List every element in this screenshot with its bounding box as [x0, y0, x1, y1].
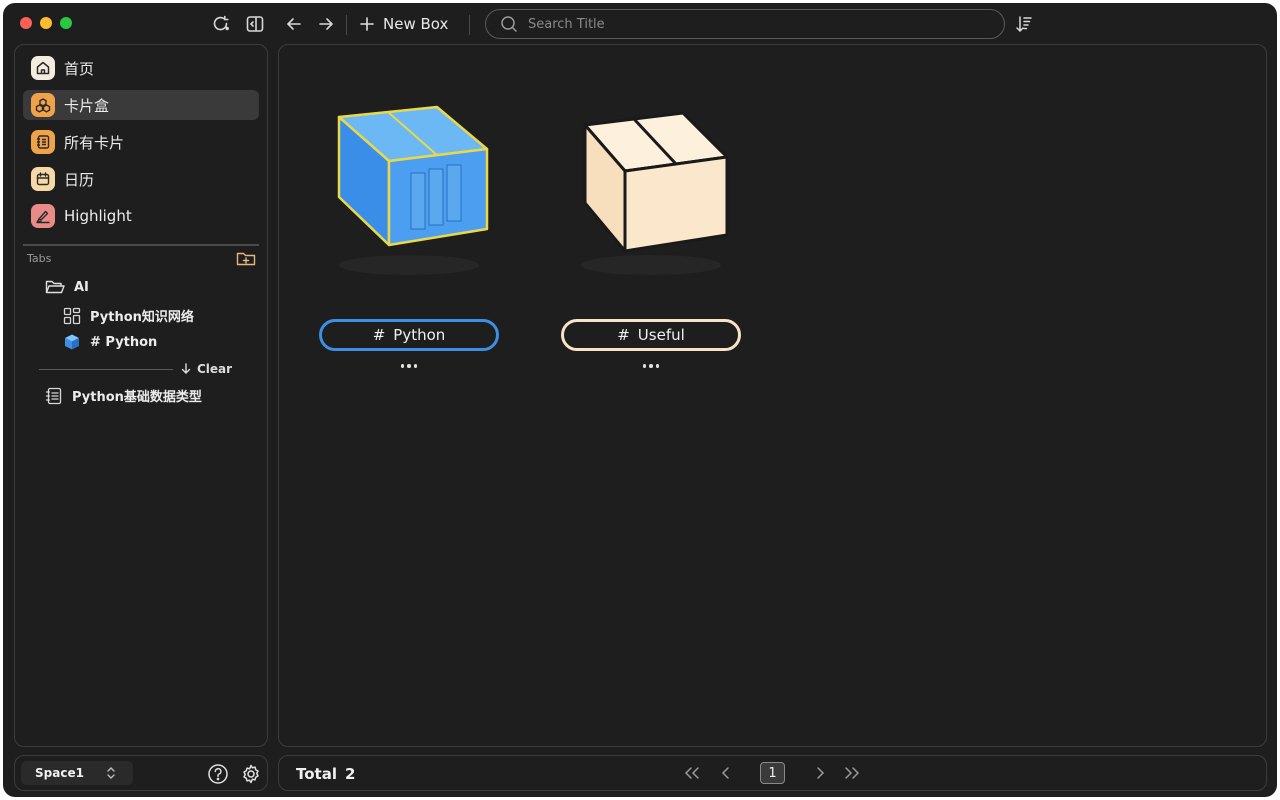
document-list-icon — [45, 387, 62, 404]
search-input[interactable] — [528, 16, 968, 32]
last-page-button[interactable] — [841, 762, 863, 784]
sidebar-item-card-box[interactable]: 卡片盒 — [23, 90, 259, 120]
next-page-button[interactable] — [809, 762, 831, 784]
more-dot — [407, 364, 411, 368]
arrow-down-icon — [181, 363, 191, 374]
more-dot — [400, 364, 405, 368]
sidebar-divider — [23, 244, 259, 246]
main-content: # Python # Useful — [278, 44, 1267, 747]
search-icon — [501, 16, 517, 32]
help-icon — [208, 764, 228, 784]
more-dot — [655, 364, 660, 368]
cube-icon — [65, 334, 79, 350]
tree-item-python-basics[interactable]: Python基础数据类型 — [45, 386, 202, 405]
tree-item-label: Python基础数据类型 — [72, 390, 202, 405]
search-bar[interactable] — [485, 9, 1005, 39]
refresh-button[interactable] — [209, 12, 233, 36]
hash-symbol: # — [617, 326, 630, 344]
new-box-label: New Box — [383, 15, 449, 33]
total-value: 2 — [344, 765, 356, 783]
folder-plus-icon — [236, 252, 256, 266]
sidebar-item-label: 首页 — [64, 59, 95, 78]
box-name: Useful — [637, 326, 685, 344]
sidebar: 首页 卡片盒 所有卡片 日历 Highlight Tabs AI Python知… — [14, 44, 268, 747]
box-label-pill[interactable]: # Python — [319, 319, 499, 351]
tree-folder-ai[interactable]: AI — [45, 279, 89, 295]
clear-divider — [39, 368, 173, 370]
plus-icon — [360, 17, 374, 31]
space-selector[interactable]: Space1 — [21, 761, 133, 785]
tree-item-python-network[interactable]: Python知识网络 — [63, 306, 194, 325]
card-box-icon — [31, 93, 55, 117]
back-button[interactable] — [282, 12, 306, 36]
grid-network-icon — [63, 307, 81, 324]
zoom-window-button[interactable] — [60, 17, 72, 29]
settings-button[interactable] — [240, 763, 262, 785]
tabs-section-label: Tabs — [27, 252, 52, 265]
app-window: New Box 首页 卡片盒 — [3, 3, 1277, 797]
sidebar-item-label: 所有卡片 — [64, 133, 125, 152]
toolbar-separator — [346, 15, 347, 35]
double-chevron-left-icon — [684, 767, 699, 779]
home-icon — [31, 56, 55, 80]
double-chevron-right-icon — [845, 767, 860, 779]
minimize-window-button[interactable] — [40, 17, 52, 29]
refresh-icon — [213, 15, 229, 31]
toolbar-separator — [469, 15, 470, 35]
clear-button[interactable]: Clear — [181, 362, 232, 376]
sidebar-item-highlight[interactable]: Highlight — [23, 201, 259, 231]
sort-button[interactable] — [1012, 12, 1036, 36]
sidebar-item-all-cards[interactable]: 所有卡片 — [23, 127, 259, 157]
arrow-right-icon — [319, 18, 334, 30]
notebook-icon — [31, 130, 55, 154]
sidebar-item-label: 卡片盒 — [64, 96, 110, 115]
chevron-up-down-icon — [107, 767, 115, 779]
more-dot — [642, 364, 647, 368]
total-label: Total — [296, 765, 337, 783]
tree-item-label: # Python — [90, 334, 158, 350]
sidebar-item-label: Highlight — [64, 207, 132, 225]
box-more-button[interactable] — [639, 359, 663, 373]
highlighter-icon — [31, 204, 55, 228]
space-bar: Space1 — [14, 755, 268, 791]
tree-folder-label: AI — [74, 279, 89, 295]
cream-box-illustration — [581, 111, 729, 275]
new-box-button[interactable]: New Box — [359, 11, 448, 37]
chevron-right-icon — [817, 767, 825, 779]
tree-item-python-box[interactable]: # Python — [63, 333, 157, 351]
first-page-button[interactable] — [681, 762, 703, 784]
page-number-button[interactable]: 1 — [760, 762, 785, 784]
sort-icon — [1016, 16, 1032, 33]
sidebar-item-home[interactable]: 首页 — [23, 53, 259, 83]
blue-box-illustration — [337, 105, 489, 275]
total-count: Total 2 — [296, 765, 355, 783]
help-button[interactable] — [207, 763, 229, 785]
sidebar-toggle-icon — [246, 16, 264, 32]
folder-open-icon — [45, 280, 65, 294]
calendar-icon — [31, 167, 55, 191]
forward-button[interactable] — [314, 12, 338, 36]
chevron-left-icon — [721, 767, 729, 779]
gear-icon — [243, 764, 259, 784]
clear-row: Clear — [39, 361, 235, 377]
sidebar-item-label: 日历 — [64, 170, 95, 189]
previous-page-button[interactable] — [715, 762, 737, 784]
hash-symbol: # — [372, 326, 386, 344]
box-label-pill[interactable]: # Useful — [561, 319, 741, 351]
footer-bar: Total 2 1 — [278, 755, 1267, 791]
title-bar: New Box — [3, 3, 1277, 45]
clear-label: Clear — [197, 362, 233, 376]
arrow-left-icon — [286, 18, 301, 30]
sidebar-item-calendar[interactable]: 日历 — [23, 164, 259, 194]
toggle-sidebar-button[interactable] — [243, 12, 267, 36]
space-name: Space1 — [35, 766, 84, 780]
more-dot — [413, 364, 418, 368]
add-tab-folder-button[interactable] — [235, 249, 257, 269]
box-more-button[interactable] — [397, 359, 421, 373]
close-window-button[interactable] — [20, 17, 32, 29]
tree-item-label: Python知识网络 — [90, 310, 194, 325]
box-name: Python — [393, 326, 446, 344]
more-dot — [649, 364, 653, 368]
